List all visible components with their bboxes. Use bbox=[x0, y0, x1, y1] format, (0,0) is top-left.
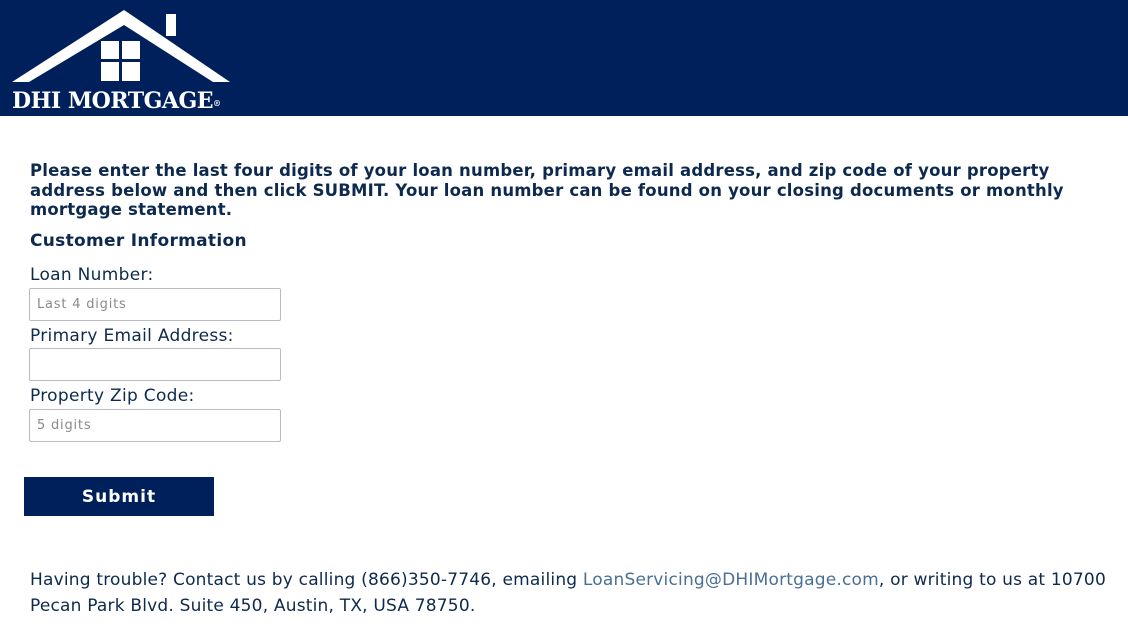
support-email-link[interactable]: LoanServicing@DHIMortgage.com bbox=[583, 570, 879, 590]
footer-text-before: Having trouble? Contact us by calling (8… bbox=[30, 570, 583, 590]
email-label: Primary Email Address: bbox=[30, 326, 234, 346]
logo-text: DHI MORTGAGE bbox=[12, 88, 214, 114]
instructions-text: Please enter the last four digits of you… bbox=[30, 161, 1064, 219]
loan-number-label: Loan Number: bbox=[30, 265, 154, 285]
customer-information-heading: Customer Information bbox=[30, 231, 247, 251]
site-header: DHI MORTGAGE® bbox=[0, 0, 1128, 116]
zip-code-label: Property Zip Code: bbox=[30, 386, 195, 406]
registered-mark: ® bbox=[213, 98, 221, 108]
logo-wordmark: DHI MORTGAGE® bbox=[12, 88, 221, 114]
zip-code-input[interactable] bbox=[29, 409, 281, 442]
loan-number-input[interactable] bbox=[29, 288, 281, 321]
contact-footer: Having trouble? Contact us by calling (8… bbox=[30, 567, 1110, 619]
dhi-mortgage-logo[interactable]: DHI MORTGAGE® bbox=[0, 0, 240, 116]
submit-button[interactable]: Submit bbox=[24, 477, 214, 516]
email-input[interactable] bbox=[29, 348, 281, 381]
